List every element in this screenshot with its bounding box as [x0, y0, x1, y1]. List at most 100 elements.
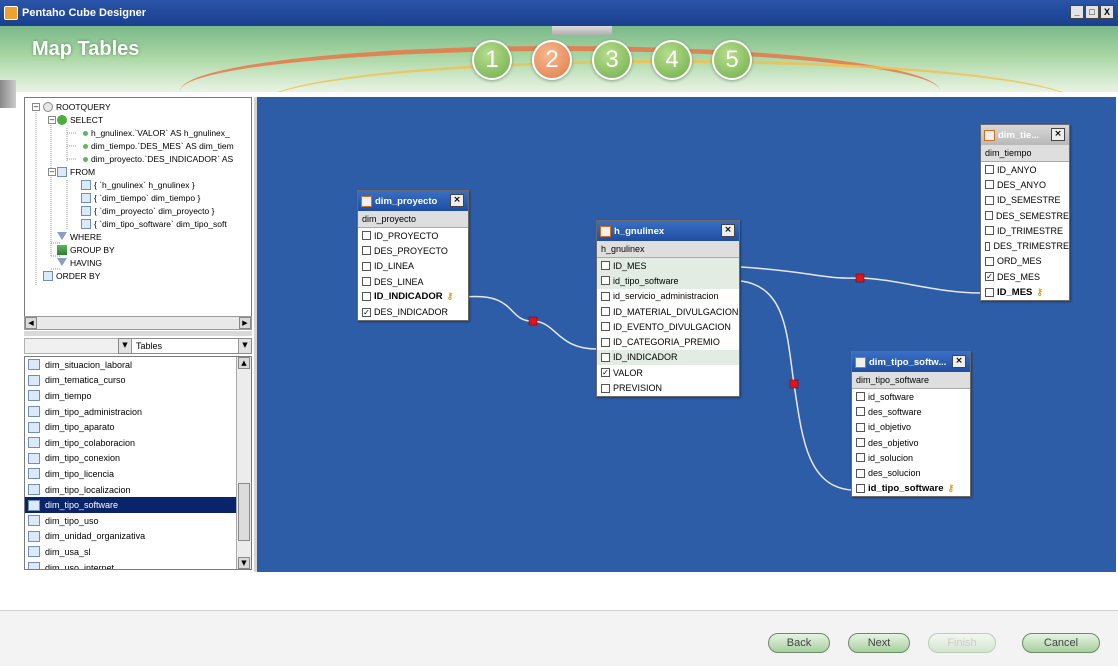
checkbox[interactable] [601, 322, 610, 332]
join-diagram-canvas[interactable]: dim_proyecto × dim_proyecto ID_PROYECTO DES_… [254, 97, 1116, 572]
table-list-item[interactable]: dim_situacion_laboral [25, 357, 251, 373]
table-list-item[interactable]: dim_tipo_localizacion [25, 482, 251, 498]
table-column-row[interactable]: ID_LINEA [358, 259, 468, 274]
tree-node[interactable]: { `dim_proyecto` dim_proyecto } [81, 205, 214, 218]
table-column-row[interactable]: ID_MES ⚷ [981, 284, 1069, 299]
table-column-row[interactable]: ID_CATEGORIA_PREMIO [597, 334, 739, 349]
table-column-row[interactable]: DES_SEMESTRE [981, 208, 1069, 223]
checkbox[interactable] [362, 261, 371, 271]
close-icon[interactable]: × [721, 224, 735, 237]
checkbox[interactable] [985, 195, 994, 205]
combo-down-arrow-icon[interactable]: ▼ [119, 339, 132, 353]
step-1-circle[interactable]: 1 [472, 40, 512, 80]
checkbox[interactable] [601, 383, 610, 393]
table-type-select[interactable]: ▼ Tables ▼ [118, 338, 252, 354]
table-column-row[interactable]: ID_PROYECTO [358, 228, 468, 243]
table-list-item[interactable]: dim_tipo_conexion [25, 451, 251, 467]
checkbox[interactable] [362, 231, 371, 241]
checkbox[interactable] [362, 246, 371, 256]
checkbox[interactable] [601, 352, 610, 362]
tree-collapse-toggle-icon[interactable]: − [48, 168, 56, 176]
tree-node[interactable]: { `dim_tipo_software` dim_tipo_soft [81, 218, 227, 231]
table-column-row[interactable]: ID_ANYO [981, 162, 1069, 177]
tree-node[interactable]: h_gnulinex.`VALOR` AS h_gnulinex_ [81, 127, 230, 140]
table-column-row[interactable]: DES_ANYO [981, 177, 1069, 192]
table-box-h-gnulinex[interactable]: h_gnulinex × h_gnulinex ID_MES id_tipo_softw… [596, 220, 740, 397]
scroll-down-arrow-icon[interactable]: ▼ [238, 557, 250, 569]
tree-node[interactable]: { `h_gnulinex` h_gnulinex } [81, 179, 195, 192]
checkbox[interactable] [985, 226, 994, 236]
tree-node[interactable]: HAVING [57, 257, 102, 270]
back-button[interactable]: Back [768, 633, 830, 653]
table-column-row[interactable]: ID_SEMESTRE [981, 193, 1069, 208]
table-list-item[interactable]: dim_usa_sl [25, 544, 251, 560]
table-column-row[interactable]: ID_TRIMESTRE [981, 223, 1069, 238]
table-column-row[interactable]: ID_MES [597, 258, 739, 274]
checkbox[interactable] [601, 307, 610, 317]
table-column-row[interactable]: id_tipo_software [597, 273, 739, 289]
table-box-header[interactable]: h_gnulinex × [597, 221, 739, 241]
checkbox[interactable] [856, 438, 865, 448]
table-column-row[interactable]: ID_MATERIAL_DIVULGACION [597, 304, 739, 319]
tree-node[interactable]: { `dim_tiempo` dim_tiempo } [81, 192, 200, 205]
tree-node[interactable]: dim_tiempo.`DES_MES` AS dim_tiem [81, 140, 234, 153]
scroll-up-arrow-icon[interactable]: ▲ [238, 357, 250, 369]
table-column-row[interactable]: des_solucion [852, 465, 970, 480]
table-box-header[interactable]: dim_tipo_softw... × [852, 352, 970, 372]
table-column-row[interactable]: ✓ DES_MES [981, 269, 1069, 284]
tree-node[interactable]: FROM [57, 166, 95, 179]
table-list-item[interactable]: dim_tipo_licencia [25, 466, 251, 482]
table-box-header[interactable]: dim_tie... × [981, 125, 1069, 145]
step-3-circle[interactable]: 3 [592, 40, 632, 80]
table-column-row[interactable]: des_objetivo [852, 435, 970, 450]
table-column-row[interactable]: ID_INDICADOR [597, 349, 739, 366]
next-button[interactable]: Next [848, 633, 910, 653]
tree-node[interactable]: dim_proyecto.`DES_INDICADOR` AS [81, 153, 233, 166]
table-box-dim-tiempo[interactable]: dim_tie... × dim_tiempo ID_ANYO DES_ANYO ID_S… [980, 124, 1070, 301]
checkbox[interactable] [985, 180, 994, 190]
checked-checkbox[interactable]: ✓ [985, 272, 994, 282]
table-column-row[interactable]: id_solucion [852, 450, 970, 465]
tree-node[interactable]: ORDER BY [43, 270, 100, 283]
minimize-button[interactable]: _ [1070, 5, 1084, 19]
finish-button[interactable]: Finish [928, 633, 996, 653]
table-column-row[interactable]: des_software [852, 404, 970, 419]
table-list-item[interactable]: dim_uso_internet [25, 560, 251, 569]
scroll-left-arrow-icon[interactable]: ◀ [25, 317, 37, 329]
table-column-row[interactable]: DES_TRIMESTRE [981, 238, 1069, 253]
checkbox[interactable] [856, 453, 865, 463]
checkbox[interactable] [856, 483, 865, 493]
checkbox[interactable] [985, 256, 994, 266]
table-column-row[interactable]: ID_INDICADOR ⚷ [358, 289, 468, 304]
table-list-scrollbar[interactable]: ▲ ▼ [236, 357, 251, 569]
cancel-button[interactable]: Cancel [1022, 633, 1100, 653]
checkbox[interactable] [362, 292, 371, 302]
close-icon[interactable]: × [1051, 128, 1065, 141]
table-column-row[interactable]: PREVISION [597, 380, 739, 395]
table-list-item[interactable]: dim_tematica_curso [25, 373, 251, 389]
close-icon[interactable]: × [450, 194, 464, 207]
tree-collapse-toggle-icon[interactable]: − [48, 116, 56, 124]
table-column-row[interactable]: DES_PROYECTO [358, 243, 468, 258]
table-list-item[interactable]: dim_tipo_software [25, 497, 251, 513]
checked-checkbox[interactable]: ✓ [601, 368, 610, 378]
checkbox[interactable] [362, 277, 371, 287]
table-list-item[interactable]: dim_tiempo [25, 388, 251, 404]
table-column-row[interactable]: ID_EVENTO_DIVULGACION [597, 319, 739, 334]
table-list-item[interactable]: dim_tipo_administracion [25, 404, 251, 420]
table-column-row[interactable]: id_tipo_software ⚷ [852, 481, 970, 496]
close-window-button[interactable]: X [1100, 5, 1114, 19]
table-column-row[interactable]: DES_LINEA [358, 274, 468, 289]
checkbox[interactable] [856, 422, 865, 432]
table-list-item[interactable]: dim_unidad_organizativa [25, 529, 251, 545]
table-column-row[interactable]: ORD_MES [981, 254, 1069, 269]
checkbox[interactable] [856, 468, 865, 478]
scrollbar-thumb[interactable] [238, 483, 250, 541]
table-column-row[interactable]: ✓ DES_INDICADOR [358, 304, 468, 319]
checkbox[interactable] [856, 392, 865, 402]
panel-splitter[interactable] [24, 331, 252, 336]
checkbox[interactable] [856, 407, 865, 417]
table-box-dim-proyecto[interactable]: dim_proyecto × dim_proyecto ID_PROYECTO DES_… [357, 190, 469, 321]
table-column-row[interactable]: id_objetivo [852, 420, 970, 435]
table-box-header[interactable]: dim_proyecto × [358, 191, 468, 211]
